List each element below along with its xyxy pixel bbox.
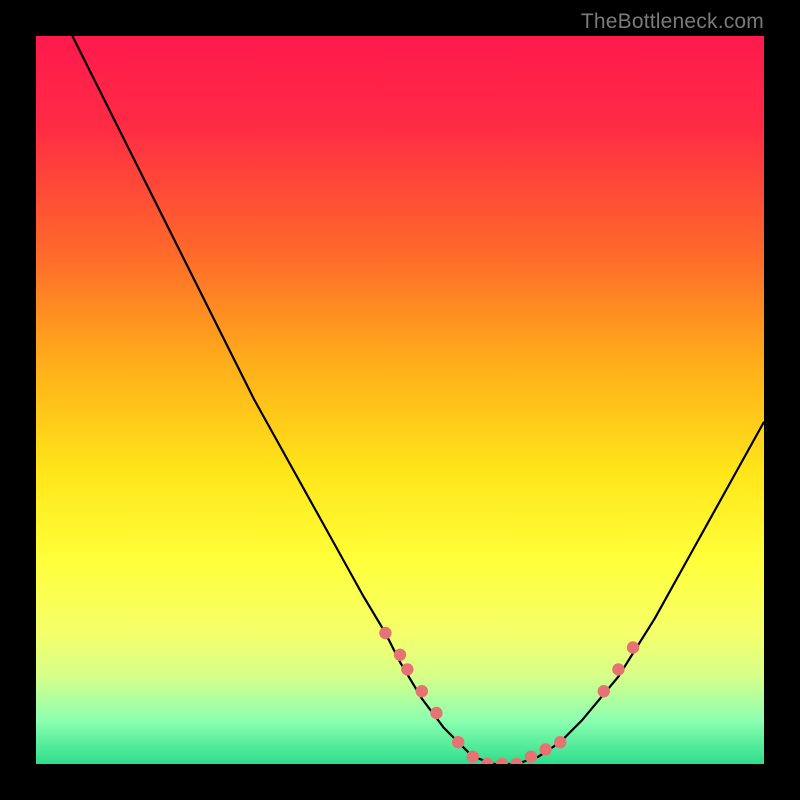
highlight-dot — [554, 736, 566, 748]
highlight-dot — [525, 751, 537, 763]
highlight-dot — [598, 685, 610, 697]
highlight-dot — [539, 743, 551, 755]
highlight-dot — [612, 663, 624, 675]
highlight-dot — [379, 627, 391, 639]
highlight-dot — [467, 751, 479, 763]
highlight-dot — [401, 663, 413, 675]
highlight-dot — [452, 736, 464, 748]
highlight-dot — [416, 685, 428, 697]
watermark: TheBottleneck.com — [581, 10, 764, 34]
highlight-dot — [394, 649, 406, 661]
bottleneck-chart — [36, 36, 764, 764]
highlight-dot — [627, 641, 639, 653]
highlight-dot — [430, 707, 442, 719]
